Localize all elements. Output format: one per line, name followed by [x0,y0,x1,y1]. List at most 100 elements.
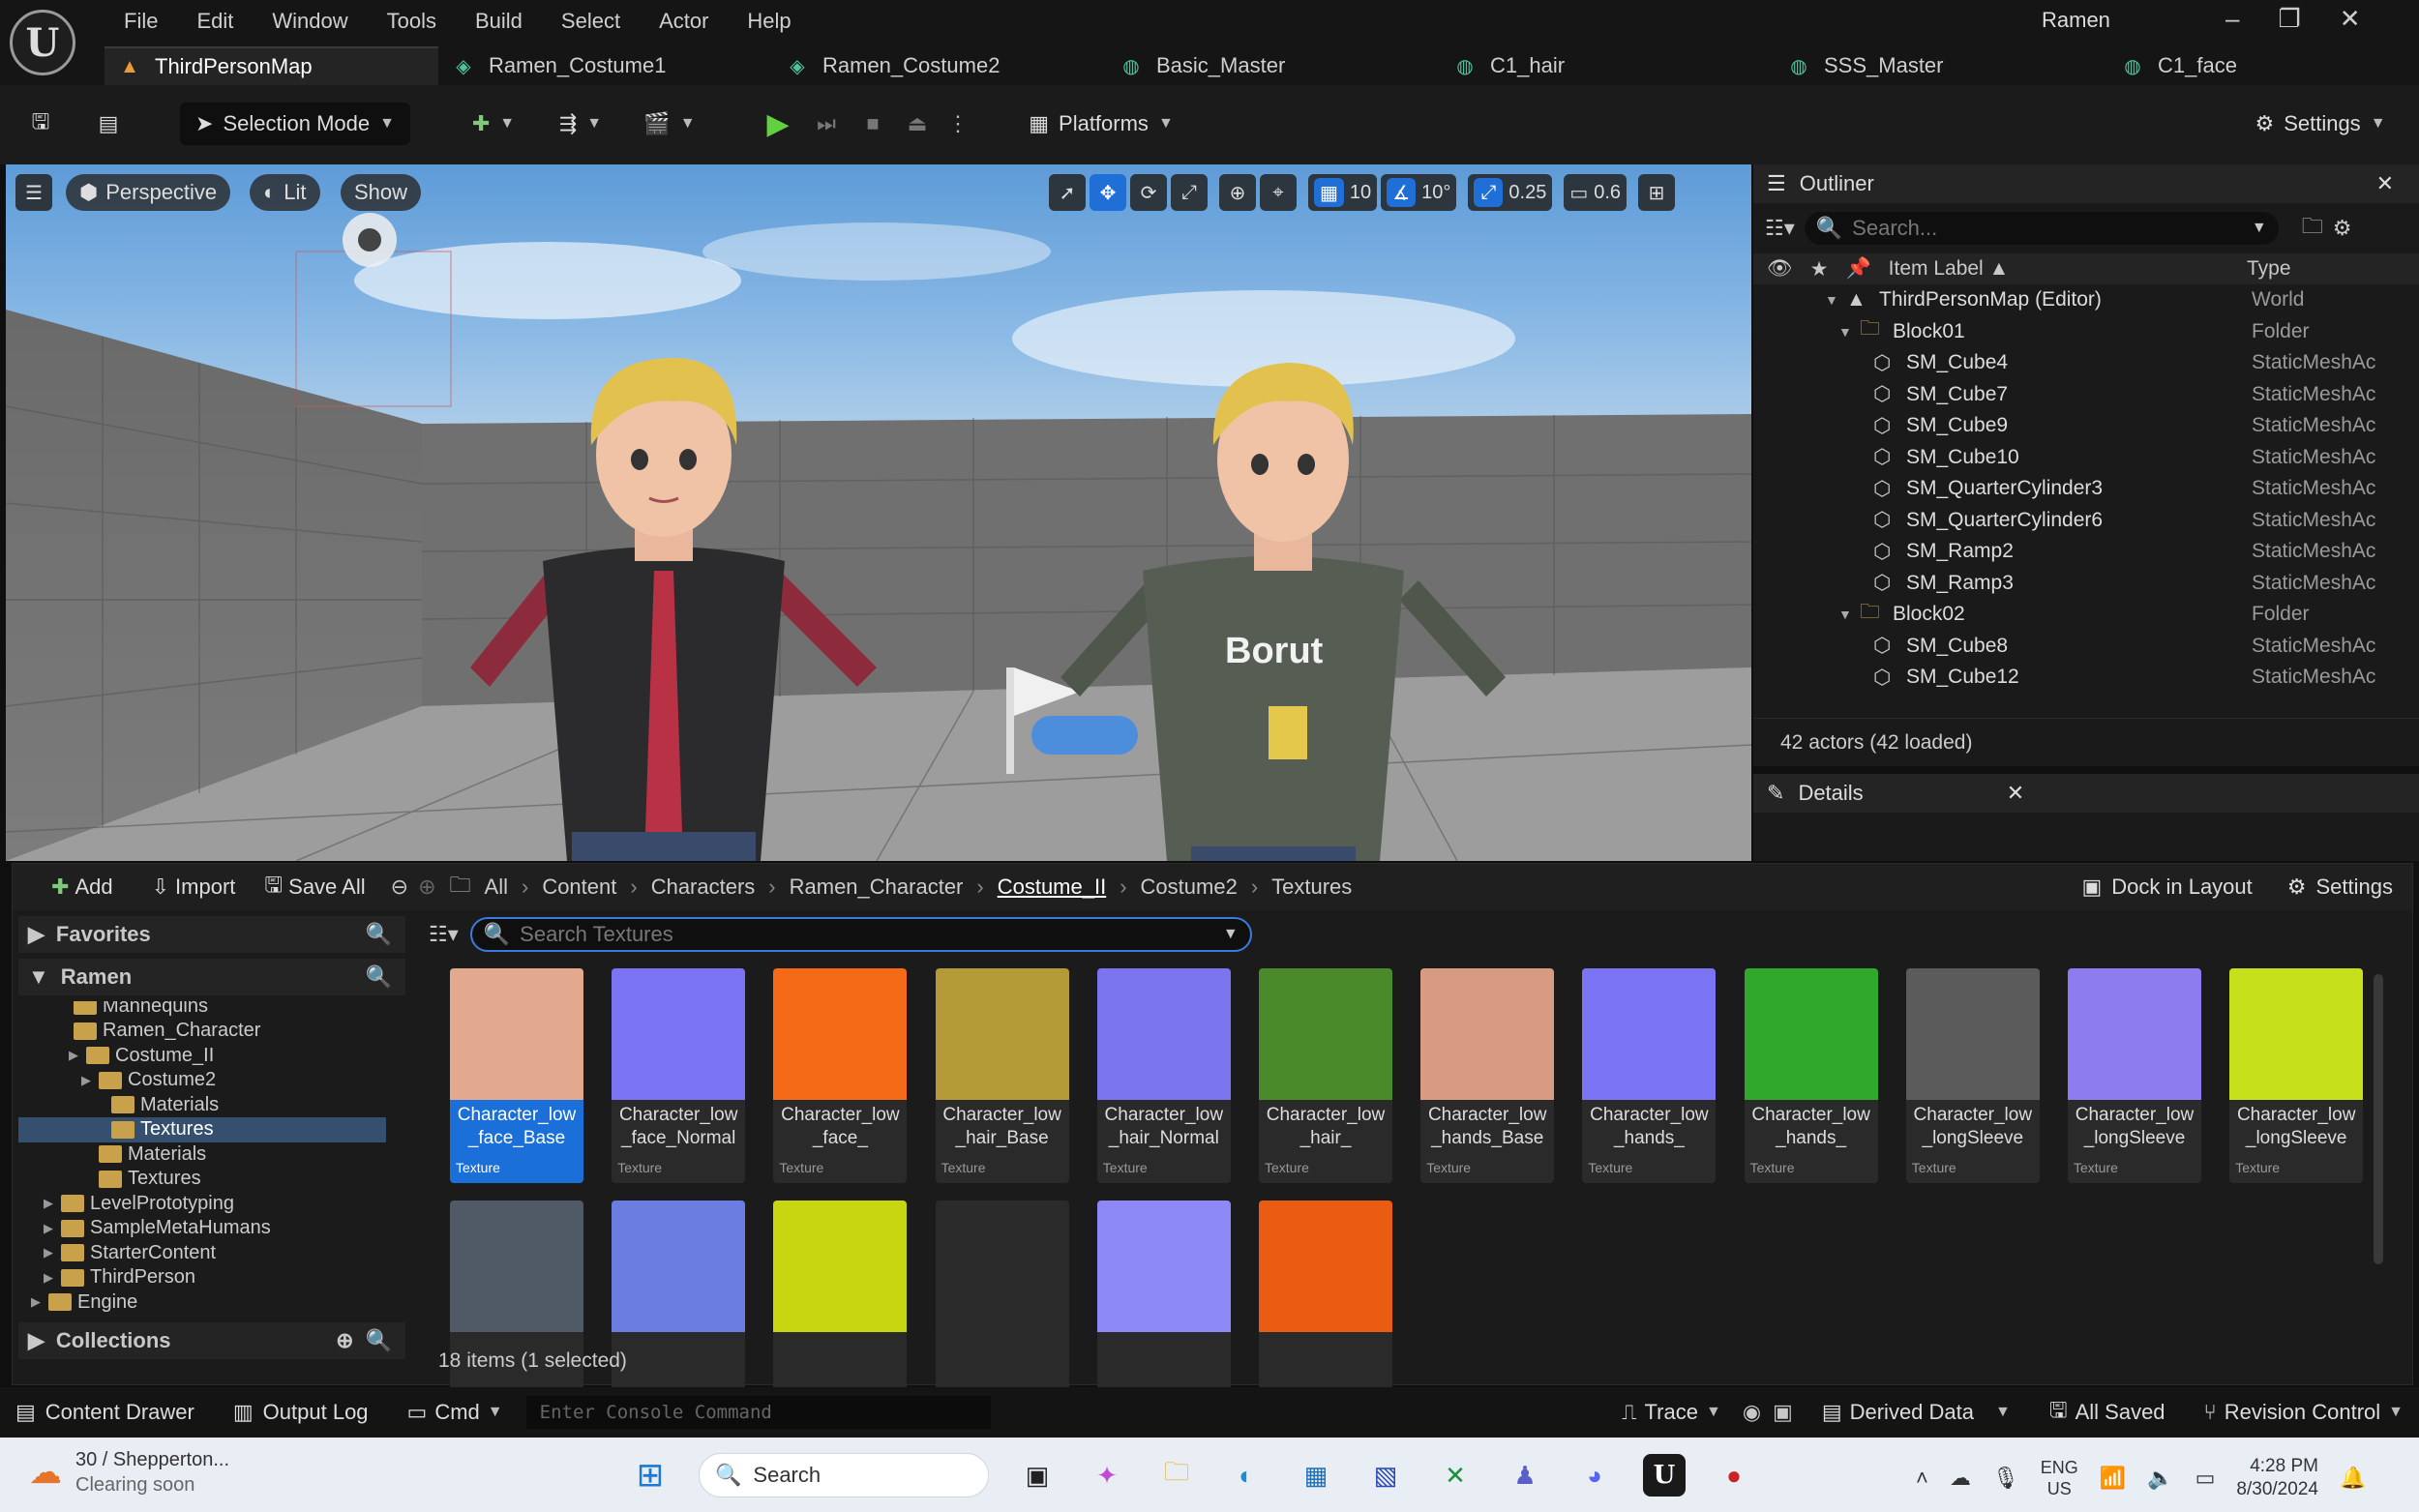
asset-tile[interactable] [935,1201,1069,1415]
derived-data-button[interactable]: ▤ Derived Data ▼ [1822,1400,2011,1425]
filter-icon[interactable]: ☷▾ [429,922,459,947]
outliner-row[interactable]: ⬡ SM_Cube10 StaticMeshAc [1753,442,2419,474]
tree-item[interactable]: Textures [18,1116,386,1142]
outliner-row[interactable]: ⬡ SM_Ramp3 StaticMeshAc [1753,568,2419,600]
chevron-down-icon[interactable]: ▼ [1838,324,1852,340]
start-icon[interactable]: ⊞ [629,1454,672,1497]
tree-item[interactable]: Materials [18,1092,386,1117]
tab-ramen_costume1[interactable]: ◈ Ramen_Costume1 [438,46,772,85]
back-icon[interactable]: ⊖ [391,875,408,900]
task-view-icon[interactable]: ▣ [1016,1454,1059,1497]
world-local-icon[interactable]: ⊕ [1219,174,1256,211]
show-button[interactable]: Show [341,174,422,211]
level-viewport[interactable]: Borut ☰ ⬢ Perspective ◐ Lit Show ➚ ✥ ⟳ ⤢ ⊕… [6,164,1751,861]
grid-snap-toggle[interactable]: ▦ 10 [1308,174,1378,211]
perspective-button[interactable]: ⬢ Perspective [66,174,231,211]
item-label-column[interactable]: Item Label ▲ [1889,257,2010,281]
copilot-icon[interactable]: ✦ [1086,1454,1128,1497]
output-log-button[interactable]: ▥ Output Log [233,1400,369,1425]
edge-icon[interactable]: ◐ [1225,1454,1268,1497]
add-collection-icon[interactable]: ⊕ [336,1328,353,1353]
tree-item[interactable]: Textures [18,1167,386,1192]
menu-file[interactable]: File [105,4,177,39]
asset-tile[interactable]: Character_low _hair_Normal Texture [1096,968,1231,1183]
close-icon[interactable]: ✕ [2376,171,2394,196]
save-all-button[interactable]: 🖫 Save All [264,869,365,905]
camera-speed-button[interactable]: ▭ 0.6 [1564,174,1628,211]
wifi-icon[interactable]: 📶 [2100,1466,2126,1491]
scale-tool-icon[interactable]: ⤢ [1171,174,1208,211]
cmd-button[interactable]: ▭ Cmd ▼ [407,1400,503,1425]
chevron-up-icon[interactable]: ˄ [1916,1466,1928,1491]
battery-icon[interactable]: ▭ [2195,1466,2216,1491]
more-options-icon[interactable]: ⋮ [939,103,977,145]
teams-icon[interactable]: ♟ [1504,1454,1546,1497]
eye-icon[interactable]: 👁 [1767,257,1793,281]
tab-ramen_costume2[interactable]: ◈ Ramen_Costume2 [772,46,1106,85]
asset-tile[interactable]: Character_low _hair_Base Texture [935,968,1069,1183]
volume-icon[interactable]: 🔈 [2147,1466,2173,1491]
screenshot-icon[interactable]: ▣ [1773,1400,1793,1425]
lit-button[interactable]: ◐ Lit [250,174,320,211]
revision-control-button[interactable]: ⑂ Revision Control ▼ [2204,1400,2404,1425]
tab-c1_hair[interactable]: ◍ C1_hair [1440,46,1774,85]
outliner-row[interactable]: ⬡ SM_Cube4 StaticMeshAc [1753,347,2419,379]
ramen-root-header[interactable]: ▼ Ramen 🔍 [18,959,405,995]
close-icon[interactable]: ✕ [2007,781,2024,806]
breadcrumb-item[interactable]: Costume2 [1127,875,1251,900]
content-settings-button[interactable]: ⚙ Settings [2287,875,2393,900]
asset-tile[interactable]: Character_low _hair_ Texture [1259,968,1392,1183]
forward-icon[interactable]: ⊕ [418,875,435,900]
store-icon[interactable]: ▦ [1295,1454,1337,1497]
tree-item[interactable]: ▶ Costume_II [18,1043,386,1068]
notification-icon[interactable]: 🔔 [2340,1466,2366,1491]
menu-window[interactable]: Window [253,4,367,39]
type-column[interactable]: Type [2247,257,2291,281]
app-icon[interactable]: ● [1713,1454,1755,1497]
menu-edit[interactable]: Edit [177,4,253,39]
unreal-engine-icon[interactable]: U [1643,1454,1686,1497]
outliner-row[interactable]: ▼ ▲ ThirdPersonMap (Editor) World [1753,284,2419,316]
asset-tile[interactable]: Character_low _hands_Base Texture [1420,968,1555,1183]
asset-tile[interactable] [773,1201,908,1415]
tree-item[interactable]: ▶ Costume2 [18,1068,386,1093]
asset-scrollbar[interactable] [2374,974,2383,1264]
asset-search-input[interactable]: 🔍 Search Textures ▼ [469,917,1252,952]
tree-item[interactable]: ▶ LevelPrototyping [18,1191,386,1216]
tab-sss_master[interactable]: ◍ SSS_Master [1774,46,2107,85]
menu-help[interactable]: Help [728,4,810,39]
star-icon[interactable]: ★ [1810,257,1829,282]
chevron-down-icon[interactable]: ▼ [1825,292,1838,308]
search-icon[interactable]: 🔍 [366,1328,392,1353]
tab-c1_face[interactable]: ◍ C1_face [2107,46,2419,85]
file-explorer-icon[interactable]: 🗀 [1155,1454,1198,1497]
menu-actor[interactable]: Actor [640,4,728,39]
selection-mode-button[interactable]: ➤ Selection Mode ▼ [180,103,410,145]
layout-icon[interactable]: ⊞ [1638,174,1676,211]
asset-tile[interactable]: Character_low _longSleeve Texture [2229,968,2364,1183]
excel-icon[interactable]: ✕ [1434,1454,1477,1497]
asset-tile[interactable]: Character_low _hands_ Texture [1582,968,1717,1183]
asset-tile[interactable] [1096,1201,1231,1415]
language-indicator[interactable]: ENG US [2041,1457,2078,1499]
cloud-icon[interactable]: ☁ [1950,1466,1971,1491]
outliner-row[interactable]: ⬡ SM_Cube12 StaticMeshAc [1753,662,2419,694]
asset-tile[interactable]: Character_low _face_Base Texture [450,968,583,1183]
dock-in-layout-button[interactable]: ▣ Dock in Layout [2081,875,2252,900]
cinematics-button[interactable]: 🎬 ▼ [639,103,701,145]
tab-thirdpersonmap[interactable]: ▲ ThirdPersonMap [105,46,438,85]
outliner-row[interactable]: ⬡ SM_QuarterCylinder6 StaticMeshAc [1753,505,2419,537]
pin-icon[interactable]: 📌 [1846,257,1871,281]
asset-tile[interactable]: Character_low _face_Normal Texture [612,968,746,1183]
filter-icon[interactable]: ☷▾ [1765,216,1795,241]
browse-icon[interactable]: ▤ [89,103,128,145]
step-icon[interactable]: ⏭ [807,103,846,145]
collections-header[interactable]: ▶ Collections ⊕ 🔍 [18,1322,405,1359]
add-actor-button[interactable]: ✚ ▼ [463,103,524,145]
outliner-row[interactable]: ⬡ SM_QuarterCylinder3 StaticMeshAc [1753,473,2419,505]
rotation-snap-toggle[interactable]: ∡ 10° [1381,174,1457,211]
tab-basic_master[interactable]: ◍ Basic_Master [1106,46,1440,85]
outliner-row[interactable]: ⬡ SM_Cube7 StaticMeshAc [1753,379,2419,411]
weather-widget[interactable]: ☁ 30 / Shepperton... Clearing soon [29,1447,229,1497]
maximize-icon[interactable]: ❐ [2278,4,2300,34]
